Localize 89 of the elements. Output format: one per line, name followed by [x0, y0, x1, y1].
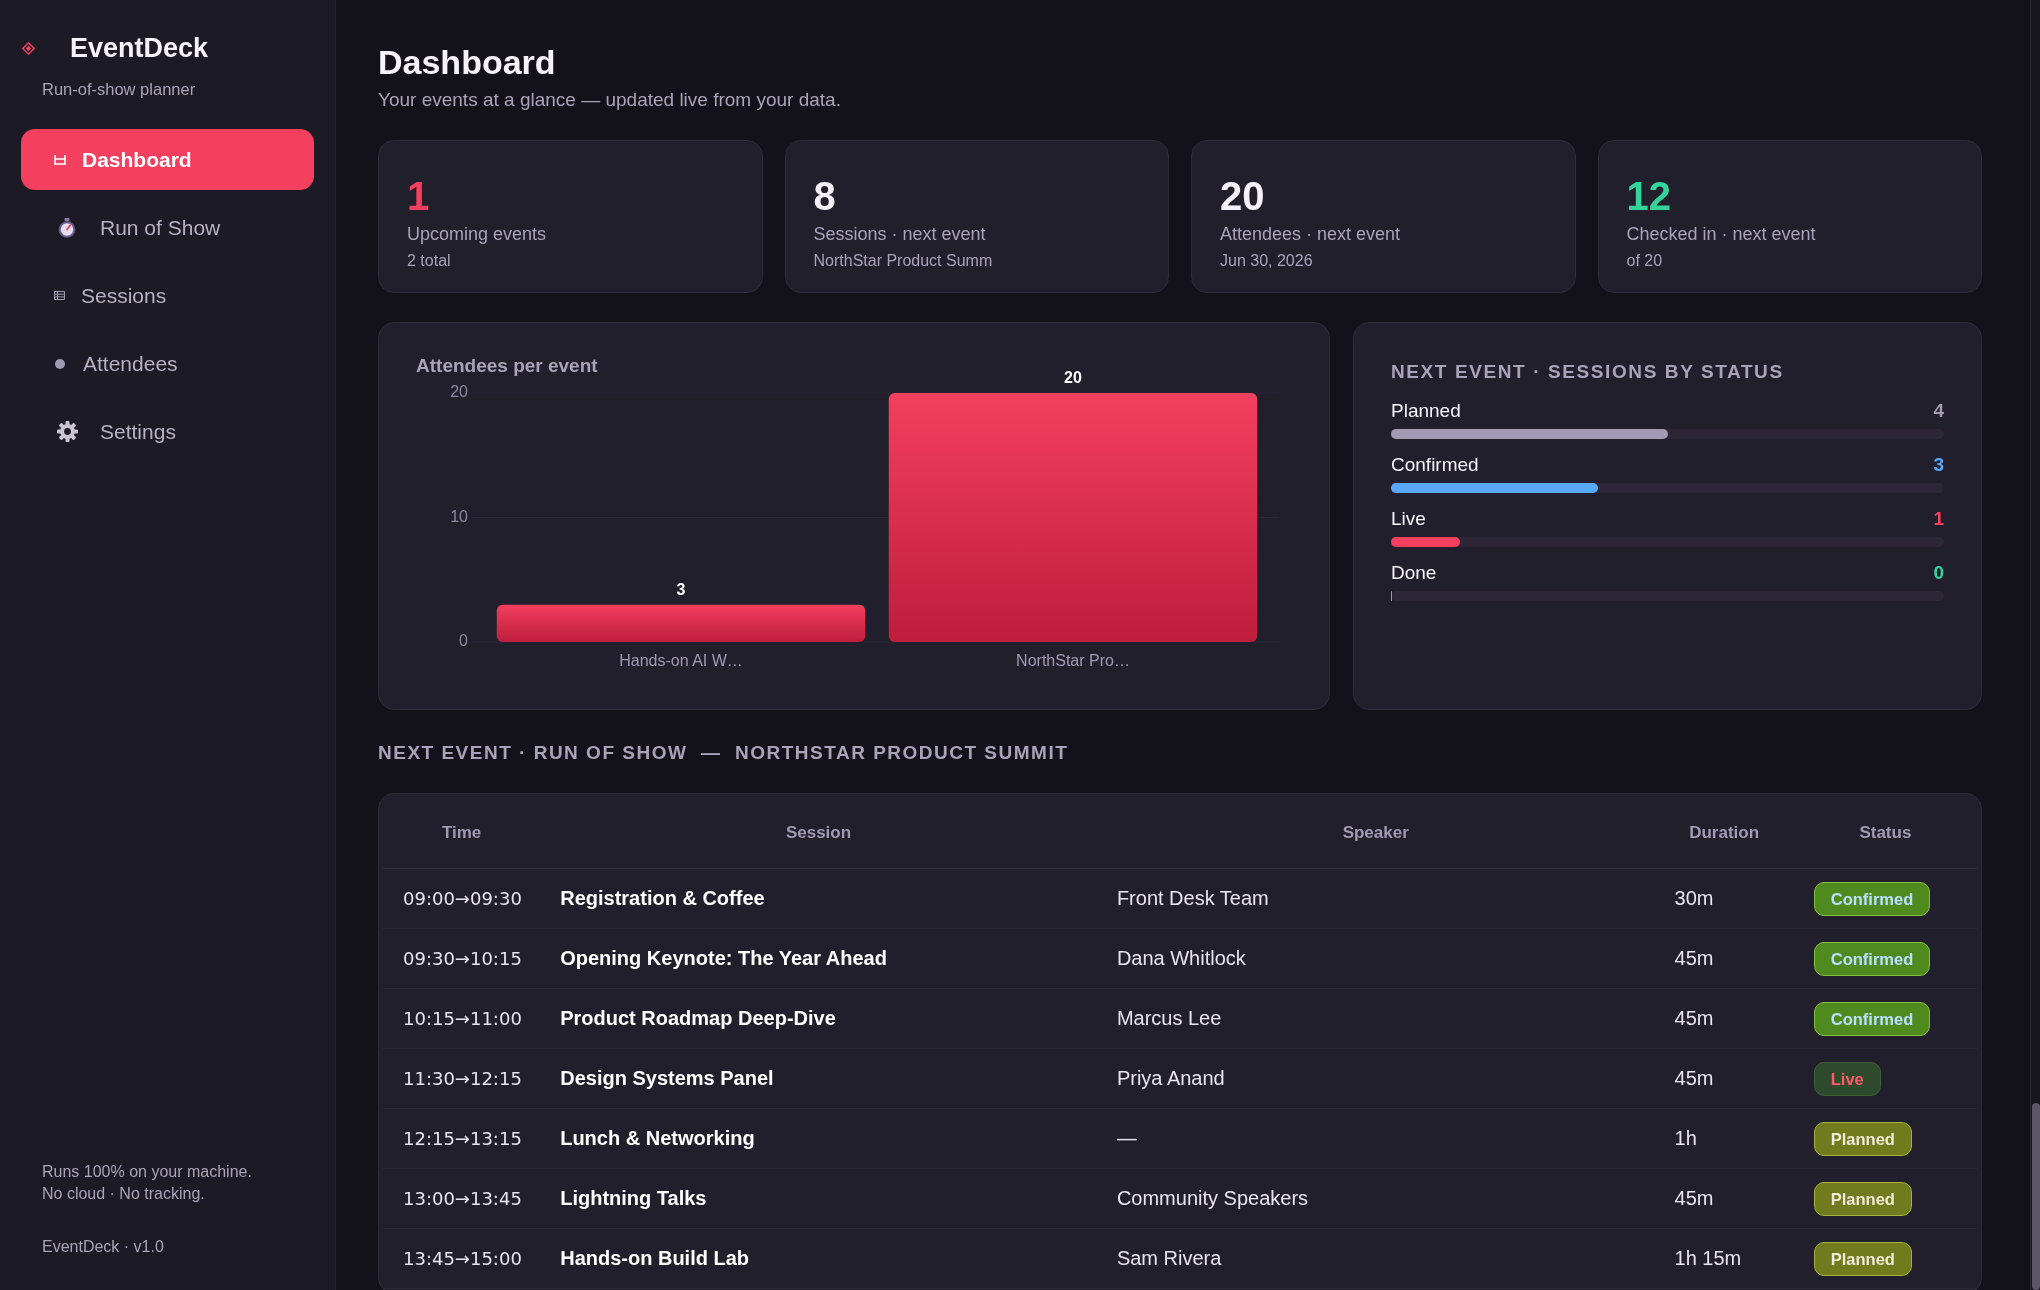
status-badge: Planned [1813, 1121, 1912, 1156]
stat-value: 12 [1626, 174, 1672, 218]
time-cell: 12:15→13:15 [383, 1108, 541, 1169]
status-label: Live [1391, 507, 1426, 531]
nav-item[interactable]: Sessions [21, 265, 314, 326]
nav-item[interactable]: Settings [21, 401, 314, 462]
duration-cell: 45m [1654, 1048, 1794, 1109]
column-header: Speaker [1096, 798, 1655, 869]
status-count: 3 [1933, 453, 1944, 477]
nav-item[interactable]: Run of Show [21, 197, 314, 258]
value-label: 20 [1064, 369, 1082, 387]
category-label: NorthStar Pro… [1016, 652, 1130, 670]
duration-cell: 1h [1654, 1108, 1794, 1169]
column-header: Duration [1654, 798, 1794, 869]
stat-detail: NorthStar Product Summ [813, 251, 994, 271]
status-label: Done [1391, 561, 1437, 585]
session-cell: Lightning Talks [540, 1168, 1097, 1229]
app-tagline: Run-of-show planner [41, 79, 197, 100]
status-badge: Confirmed [1813, 1001, 1931, 1036]
ladder-icon [54, 154, 66, 165]
status-count: 1 [1933, 507, 1944, 531]
speaker-cell: Community Speakers [1096, 1168, 1655, 1229]
column-header: Session [540, 798, 1097, 869]
axis-tick-label: 10 [450, 507, 468, 525]
status-badge: Planned [1813, 1181, 1912, 1216]
status-badge: Confirmed [1813, 881, 1931, 916]
chart-title: Attendees per event [416, 354, 598, 378]
panel-title: NEXT EVENT · SESSIONS BY STATUS [1391, 360, 1785, 384]
app-name: EventDeck [70, 32, 209, 65]
speaker-cell: — [1096, 1108, 1655, 1169]
session-cell: Product Roadmap Deep-Dive [540, 988, 1097, 1049]
duration-cell: 1h 15m [1654, 1228, 1794, 1289]
stat-value: 20 [1220, 174, 1266, 218]
time-cell: 13:45→15:00 [383, 1228, 541, 1289]
speaker-cell: Marcus Lee [1096, 988, 1655, 1049]
stopwatch-icon [58, 217, 76, 238]
stat-label: Attendees · next event [1220, 223, 1402, 246]
version-text: EventDeck · v1.0 [42, 1237, 165, 1257]
scrollbar-thumb[interactable] [2032, 1103, 2040, 1290]
time-cell: 09:30→10:15 [383, 928, 541, 989]
value-label: 3 [676, 580, 686, 598]
stat-detail: of 20 [1626, 251, 1664, 271]
stat-label: Upcoming events [407, 223, 548, 246]
diamond-icon [22, 41, 35, 55]
footer-note: Runs 100% on your machine. [42, 1162, 253, 1182]
duration-cell: 30m [1654, 868, 1794, 929]
page-title: Dashboard [378, 42, 557, 83]
speaker-cell: Priya Anand [1096, 1048, 1655, 1109]
page-subtitle: Your events at a glance — updated live from your data. [378, 88, 842, 112]
time-cell: 11:30→12:15 [383, 1048, 541, 1109]
duration-cell: 45m [1654, 1168, 1794, 1229]
status-label: Planned [1391, 399, 1461, 423]
axis-tick-label: 0 [459, 632, 468, 650]
nav-item[interactable]: Dashboard [21, 129, 314, 190]
status-badge: Planned [1813, 1241, 1912, 1276]
speaker-cell: Sam Rivera [1096, 1228, 1655, 1289]
axis-tick-label: 20 [450, 383, 468, 401]
nav-item[interactable]: Attendees [21, 333, 314, 394]
status-badge: Confirmed [1813, 941, 1931, 976]
duration-cell: 45m [1654, 988, 1794, 1049]
session-cell: Registration & Coffee [540, 868, 1097, 929]
stat-value: 1 [407, 174, 431, 218]
stat-detail: Jun 30, 2026 [1220, 251, 1314, 271]
footer-note: No cloud · No tracking. [42, 1184, 206, 1204]
status-count: 4 [1933, 399, 1944, 423]
session-cell: Design Systems Panel [540, 1048, 1097, 1109]
time-cell: 13:00→13:45 [383, 1168, 541, 1229]
session-cell: Lunch & Networking [540, 1108, 1097, 1169]
category-label: Hands-on AI W… [619, 652, 743, 670]
status-badge: Live [1813, 1061, 1881, 1096]
session-cell: Hands-on Build Lab [540, 1228, 1097, 1289]
stat-detail: 2 total [407, 251, 452, 271]
stat-value: 8 [813, 174, 837, 218]
section-heading: NEXT EVENT · RUN OF SHOW — NORTHSTAR PRODUCT SUMMIT [378, 741, 1070, 765]
table-icon [54, 291, 65, 300]
gear-icon [57, 421, 78, 442]
stat-label: Checked in · next event [1626, 223, 1817, 246]
status-label: Confirmed [1391, 453, 1479, 477]
stat-label: Sessions · next event [813, 223, 987, 246]
duration-cell: 45m [1654, 928, 1794, 989]
speaker-cell: Front Desk Team [1096, 868, 1655, 929]
column-header: Status [1793, 798, 1977, 869]
session-cell: Opening Keynote: The Year Ahead [540, 928, 1097, 989]
speaker-cell: Dana Whitlock [1096, 928, 1655, 989]
dot-icon [55, 358, 65, 369]
status-count: 0 [1933, 561, 1944, 585]
time-cell: 09:00→09:30 [383, 868, 541, 929]
time-cell: 10:15→11:00 [383, 988, 541, 1049]
column-header: Time [383, 798, 541, 869]
